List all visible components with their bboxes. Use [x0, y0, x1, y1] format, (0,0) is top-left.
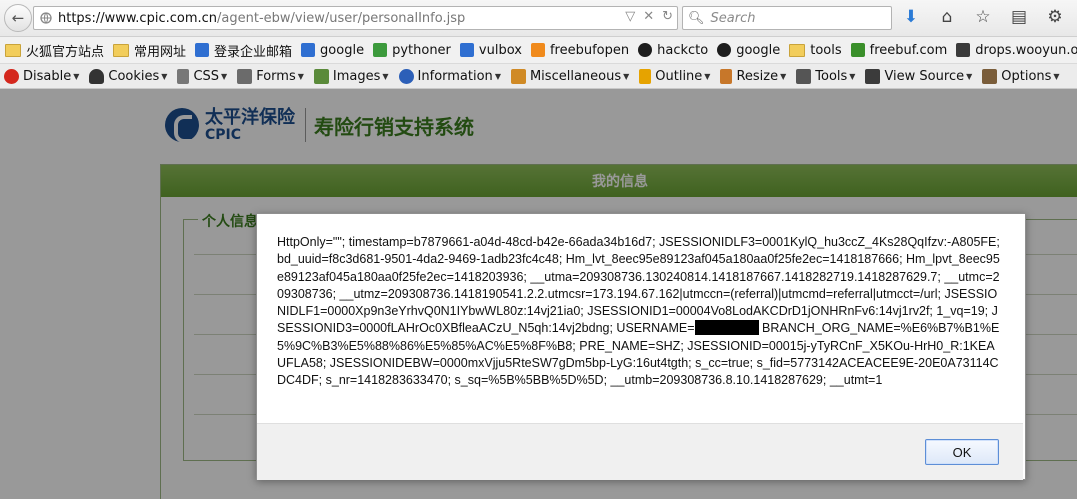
bookmark-item[interactable]: 登录企业邮箱 — [195, 41, 292, 60]
vulbox-icon — [459, 43, 474, 57]
miscellaneous-icon — [510, 68, 526, 84]
bookmark-item[interactable]: google — [717, 43, 780, 58]
bookmarks-list-icon[interactable]: ▤ — [1008, 6, 1030, 28]
freebuf-icon — [850, 43, 865, 57]
gear-icon[interactable]: ⚙ — [1044, 6, 1066, 28]
home-icon[interactable]: ⌂ — [936, 6, 958, 28]
bookmark-item[interactable]: 常用网址 — [113, 41, 186, 60]
ok-button[interactable]: OK — [925, 439, 999, 465]
bookmark-item[interactable]: google — [301, 43, 364, 58]
information-icon — [398, 68, 414, 84]
folder-icon — [789, 43, 806, 57]
download-icon[interactable]: ⬇ — [900, 6, 922, 28]
mail-icon — [195, 43, 210, 57]
devbar-forms[interactable]: Forms ▼ — [237, 68, 304, 84]
devbar-miscellaneous[interactable]: Miscellaneous ▼ — [510, 68, 629, 84]
devbar-css[interactable]: CSS ▼ — [177, 68, 227, 84]
resize-icon — [720, 68, 733, 84]
view-source-icon — [865, 68, 881, 84]
search-placeholder: Search — [710, 10, 756, 26]
redaction-box — [694, 320, 759, 336]
devbar-tools[interactable]: Tools ▼ — [796, 68, 855, 84]
search-icon: 🔍︎ — [688, 10, 705, 26]
folder-icon — [5, 43, 21, 57]
hackcto-icon — [638, 43, 653, 57]
freebuf-icon — [530, 43, 545, 57]
devbar-images[interactable]: Images ▼ — [313, 68, 389, 84]
drops-icon — [956, 43, 971, 57]
outline-icon — [639, 68, 652, 84]
folder-icon — [113, 43, 130, 57]
devbar-resize[interactable]: Resize ▼ — [720, 68, 786, 84]
bookmark-item[interactable]: hackcto — [638, 43, 708, 58]
back-arrow-icon: ← — [11, 9, 25, 27]
stop-icon[interactable]: ✕ — [643, 9, 654, 24]
reload-icon[interactable]: ↻ — [662, 9, 673, 24]
dialog-footer: OK — [257, 423, 1023, 480]
bookmark-item[interactable]: pythoner — [373, 43, 451, 58]
disable-icon — [4, 68, 19, 84]
devbar-options[interactable]: Options ▼ — [982, 68, 1060, 84]
back-button[interactable]: ← — [4, 4, 32, 32]
devbar-disable[interactable]: Disable ▼ — [4, 68, 79, 84]
bookmark-item[interactable]: 火狐官方站点 — [5, 41, 104, 60]
forms-icon — [237, 68, 253, 84]
bookmark-item[interactable]: vulbox — [459, 43, 522, 58]
search-bar[interactable]: 🔍︎ Search — [682, 6, 892, 30]
dropdown-arrow-icon[interactable]: ▽ — [625, 9, 635, 24]
globe-icon — [40, 11, 52, 25]
bookmark-star-icon[interactable]: ☆ — [972, 6, 994, 28]
devbar-view-source[interactable]: View Source ▼ — [865, 68, 972, 84]
cookies-icon — [89, 68, 105, 84]
alert-dialog: HttpOnly=""; timestamp=b7879661-a04d-48c… — [256, 213, 1026, 480]
images-icon — [313, 68, 329, 84]
google-icon — [301, 43, 316, 57]
github-icon — [717, 43, 732, 57]
python-icon — [373, 43, 388, 57]
devbar-outline[interactable]: Outline ▼ — [639, 68, 710, 84]
bookmark-item[interactable]: tools — [789, 43, 842, 58]
web-developer-toolbar: Disable ▼ Cookies ▼ CSS ▼ Forms ▼ Images ▼ In… — [0, 64, 1077, 89]
devbar-information[interactable]: Information ▼ — [398, 68, 501, 84]
navigation-toolbar: ← https://www.cpic.com.cn/agent-ebw/view… — [0, 0, 1077, 37]
bookmarks-toolbar: 火狐官方站点 常用网址 登录企业邮箱 google pythoner vulbo… — [0, 37, 1077, 64]
url-host: https://www.cpic.com.cn — [58, 10, 218, 26]
css-icon — [177, 68, 190, 84]
url-path: /agent-ebw/view/user/personalInfo.jsp — [217, 10, 466, 26]
alert-message: HttpOnly=""; timestamp=b7879661-a04d-48c… — [277, 234, 1003, 390]
devbar-cookies[interactable]: Cookies ▼ — [89, 68, 167, 84]
bookmark-item[interactable]: freebufopen — [530, 43, 629, 58]
bookmark-item[interactable]: drops.wooyun.org — [956, 43, 1077, 58]
tools-icon — [796, 68, 812, 84]
url-bar[interactable]: https://www.cpic.com.cn/agent-ebw/view/u… — [33, 6, 678, 30]
bookmark-item[interactable]: freebuf.com — [850, 43, 947, 58]
options-icon — [982, 68, 998, 84]
